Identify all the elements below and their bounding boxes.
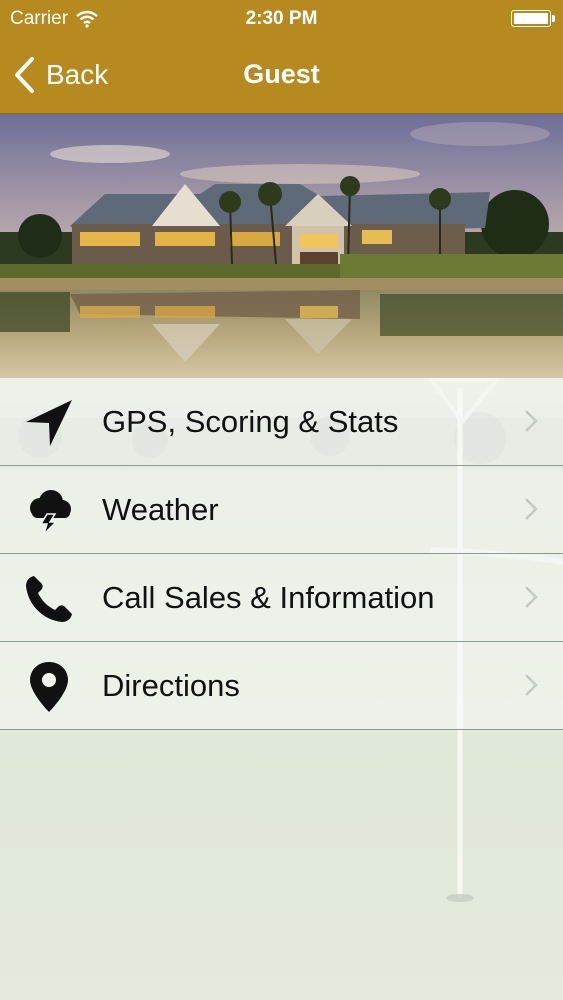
storm-cloud-icon: [22, 484, 76, 538]
navigation-bar: Back Guest: [0, 38, 563, 114]
top-bar: Carrier 2:30 PM Back Guest: [0, 0, 563, 114]
chevron-right-icon: [525, 410, 538, 432]
menu-item-gps-scoring-stats[interactable]: GPS, Scoring & Stats: [0, 378, 563, 466]
map-pin-icon: [22, 660, 76, 714]
menu-item-label: Call Sales & Information: [102, 580, 435, 615]
battery-icon: [511, 10, 555, 27]
menu-item-label: GPS, Scoring & Stats: [102, 404, 399, 439]
clock: 2:30 PM: [245, 8, 318, 29]
status-bar: Carrier 2:30 PM: [0, 0, 563, 38]
chevron-right-icon: [525, 674, 538, 696]
menu-item-directions[interactable]: Directions: [0, 642, 563, 730]
chevron-right-icon: [525, 498, 538, 520]
menu-list: GPS, Scoring & Stats Weather Call Sales …: [0, 378, 563, 730]
menu-item-label: Directions: [102, 668, 240, 703]
menu-background: GPS, Scoring & Stats Weather Call Sales …: [0, 378, 563, 1000]
menu-item-call-sales[interactable]: Call Sales & Information: [0, 554, 563, 642]
phone-icon: [22, 572, 76, 626]
menu-item-weather[interactable]: Weather: [0, 466, 563, 554]
navigation-arrow-icon: [22, 396, 76, 450]
clubhouse-image: [0, 114, 563, 378]
page-title: Guest: [243, 59, 320, 89]
menu-item-label: Weather: [102, 492, 219, 527]
chevron-right-icon: [525, 586, 538, 608]
battery-level: [514, 13, 548, 24]
clubhouse-photo: [0, 114, 563, 378]
